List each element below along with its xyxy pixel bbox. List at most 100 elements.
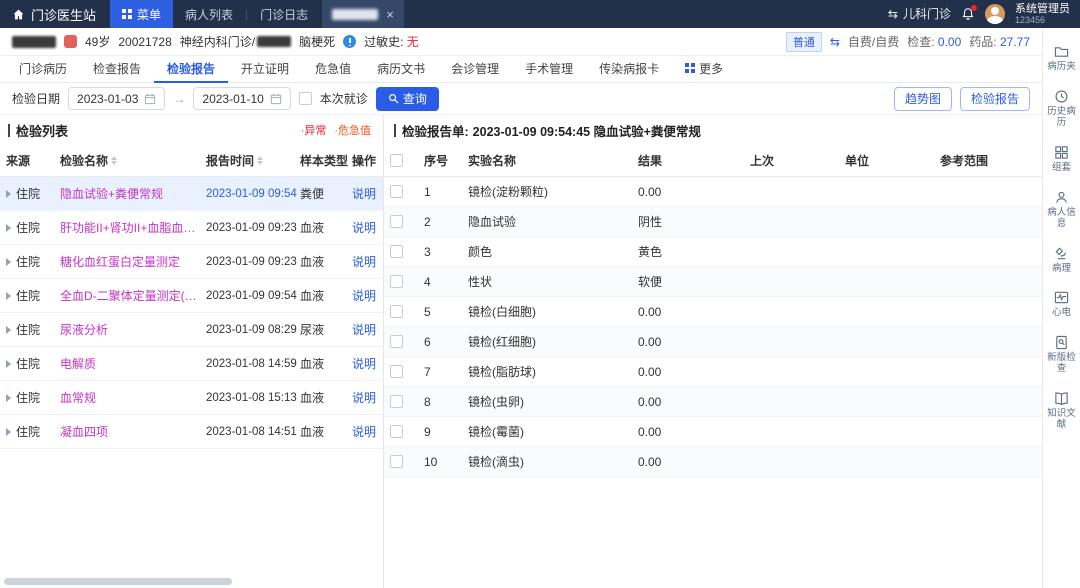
menu-button[interactable]: 菜单 [110,0,173,28]
report-row[interactable]: 2隐血试验阴性 [384,207,1042,237]
explain-link[interactable]: 说明 [352,423,384,440]
tab-outpatient-record[interactable]: 门诊病历 [6,56,80,83]
row-checkbox[interactable] [390,275,403,288]
row-source: 住院 [6,321,60,338]
tab-lab-report[interactable]: 检验报告 [154,56,228,83]
report-row[interactable]: 4性状软便 [384,267,1042,297]
tab-exam-report[interactable]: 检查报告 [80,56,154,83]
expand-icon[interactable] [6,258,11,266]
sidebar-item-record-folder[interactable]: 病历夹 [1043,36,1080,81]
tab-infectious-report[interactable]: 传染病报卡 [586,56,672,83]
explain-link[interactable]: 说明 [352,219,384,236]
lab-list-row[interactable]: 住院电解质2023-01-08 14:59血液说明 [0,347,383,381]
row-source: 住院 [6,389,60,406]
tab-consultation[interactable]: 会诊管理 [438,56,512,83]
close-icon[interactable]: × [386,8,394,21]
test-name[interactable]: 全血D-二聚体定量测定(D-... [60,287,206,304]
explain-link[interactable]: 说明 [352,253,384,270]
expand-icon[interactable] [6,360,11,368]
expand-icon[interactable] [6,394,11,402]
tab-more[interactable]: 更多 [672,56,736,83]
sidebar-item-pathology[interactable]: 病理 [1043,238,1080,283]
lab-list-row[interactable]: 住院全血D-二聚体定量测定(D-...2023-01-09 09:54血液说明 [0,279,383,313]
row-checkbox[interactable] [390,395,403,408]
test-name[interactable]: 凝血四项 [60,423,206,440]
sidebar-item-new-exam[interactable]: 新版检查 [1043,327,1080,383]
row-source: 住院 [6,185,60,202]
tab-issue-certificate[interactable]: 开立证明 [228,56,302,83]
lab-list-row[interactable]: 住院糖化血红蛋白定量测定2023-01-09 09:23血液说明 [0,245,383,279]
lab-list-row[interactable]: 住院隐血试验+粪便常规2023-01-09 09:54粪便说明 [0,177,383,211]
explain-link[interactable]: 说明 [352,389,384,406]
row-checkbox[interactable] [390,365,403,378]
sidebar-item-patient-info[interactable]: 病人信息 [1043,182,1080,238]
fee-swap-icon[interactable]: ⇆ [830,35,840,49]
row-checkbox[interactable] [390,305,403,318]
lab-list-row[interactable]: 住院凝血四项2023-01-08 14:51血液说明 [0,415,383,449]
sidebar-item-label: 知识文献 [1043,409,1080,431]
test-name[interactable]: 隐血试验+粪便常规 [60,185,206,202]
trend-chart-button[interactable]: 趋势图 [894,87,952,111]
lab-report-button[interactable]: 检验报告 [960,87,1030,111]
sidebar-item-knowledge-docs[interactable]: 知识文献 [1043,383,1080,439]
explain-link[interactable]: 说明 [352,287,384,304]
report-row[interactable]: 5镜检(白细胞)0.00 [384,297,1042,327]
explain-link[interactable]: 说明 [352,355,384,372]
row-checkbox[interactable] [390,455,403,468]
select-all-checkbox[interactable] [390,154,403,167]
explain-link[interactable]: 说明 [352,185,384,202]
explain-link[interactable]: 说明 [352,321,384,338]
report-row[interactable]: 3颜色黄色 [384,237,1042,267]
sidebar-item-order-sets[interactable]: 组套 [1043,137,1080,182]
sort-icon[interactable] [111,156,117,165]
test-name[interactable]: 尿液分析 [60,321,206,338]
notification-bell-icon[interactable] [961,7,975,21]
row-checkbox[interactable] [390,245,403,258]
sidebar-item-ecg[interactable]: 心电 [1043,282,1080,327]
expand-icon[interactable] [6,224,11,232]
active-patient-tab[interactable]: × [322,0,404,28]
col-sample-type[interactable]: 样本类型 [300,152,352,169]
col-report-time[interactable]: 报告时间 [206,152,300,169]
report-row[interactable]: 1镜检(淀粉颗粒)0.00 [384,177,1042,207]
date-from-input[interactable]: 2023-01-03 [68,87,165,110]
row-checkbox[interactable] [390,425,403,438]
report-row[interactable]: 8镜检(虫卵)0.00 [384,387,1042,417]
avatar[interactable] [985,4,1005,24]
row-checkbox[interactable] [390,335,403,348]
department-switcher[interactable]: ⇆ 儿科门诊 [888,5,951,22]
nav-patient-list[interactable]: 病人列表 [173,0,245,28]
horizontal-scrollbar[interactable] [4,578,232,585]
query-button[interactable]: 查询 [376,87,439,111]
test-name[interactable]: 电解质 [60,355,206,372]
report-row[interactable]: 9镜检(霉菌)0.00 [384,417,1042,447]
lab-list-row[interactable]: 住院血常规2023-01-08 15:13血液说明 [0,381,383,415]
lab-list-row[interactable]: 住院肝功能II+肾功II+血脂血糖...2023-01-09 09:23血液说明 [0,211,383,245]
date-to-input[interactable]: 2023-01-10 [193,87,290,110]
current-visit-checkbox[interactable] [299,92,312,105]
expand-icon[interactable] [6,190,11,198]
report-row[interactable]: 7镜检(脂肪球)0.00 [384,357,1042,387]
result-value: 0.00 [638,425,750,439]
tab-surgery[interactable]: 手术管理 [512,56,586,83]
report-row[interactable]: 10镜检(滴虫)0.00 [384,447,1042,477]
sidebar-item-history-records[interactable]: 历史病历 [1043,81,1080,137]
test-name[interactable]: 肝功能II+肾功II+血脂血糖... [60,219,206,236]
sidebar-item-label: 病历夹 [1043,62,1080,73]
col-test-name[interactable]: 检验名称 [60,152,206,169]
lab-list-row[interactable]: 住院尿液分析2023-01-09 08:29尿液说明 [0,313,383,347]
nav-outpatient-log[interactable]: 门诊日志 [248,0,320,28]
redacted-doctor-name [257,36,291,47]
expand-icon[interactable] [6,428,11,436]
test-name[interactable]: 血常规 [60,389,206,406]
expand-icon[interactable] [6,326,11,334]
test-name[interactable]: 糖化血红蛋白定量测定 [60,253,206,270]
tab-critical-value[interactable]: 危急值 [302,56,364,83]
row-checkbox[interactable] [390,185,403,198]
row-checkbox[interactable] [390,215,403,228]
report-row[interactable]: 6镜检(红细胞)0.00 [384,327,1042,357]
sort-icon[interactable] [257,156,263,165]
tab-medical-documents[interactable]: 病历文书 [364,56,438,83]
result-value: 0.00 [638,395,750,409]
expand-icon[interactable] [6,292,11,300]
